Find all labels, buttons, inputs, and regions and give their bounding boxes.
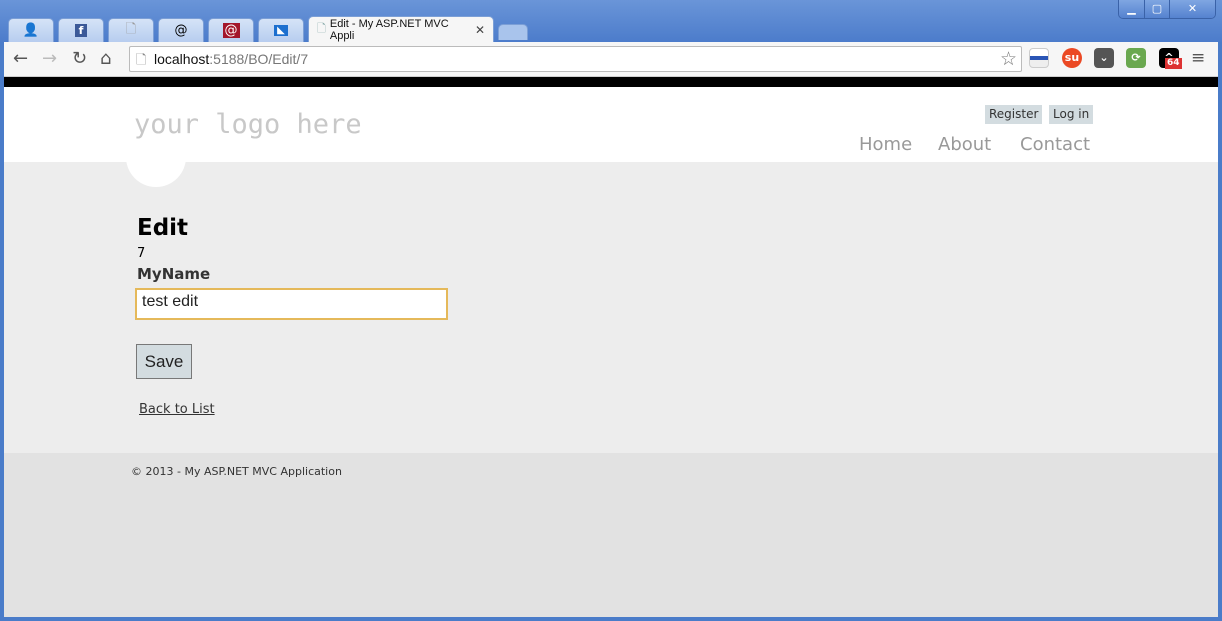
- tab-feed[interactable]: ◣: [258, 18, 304, 42]
- nav-home[interactable]: Home: [859, 134, 912, 155]
- feed-icon: ◣: [274, 25, 288, 36]
- page-icon: 🗋: [136, 52, 147, 67]
- record-id: 7: [137, 246, 146, 261]
- extension-bar-icon[interactable]: [1029, 48, 1049, 68]
- back-icon[interactable]: ←: [13, 48, 28, 69]
- tab-title: Edit - My ASP.NET MVC Appli: [329, 17, 449, 42]
- bookmark-star-icon[interactable]: ☆: [1000, 48, 1017, 71]
- window-controls: ▁ ▢ ✕: [1118, 0, 1216, 19]
- nav-about[interactable]: About: [938, 134, 991, 155]
- extension-badge-icon[interactable]: ^64: [1159, 48, 1182, 69]
- browser-titlebar: 👤 f 🗋 @ @ ◣ 🗋 Edit - My ASP.NET MVC Appl…: [0, 0, 1222, 42]
- tab-at-red[interactable]: @: [208, 18, 254, 42]
- nav-contact[interactable]: Contact: [1020, 134, 1090, 155]
- home-icon[interactable]: ⌂: [100, 48, 111, 69]
- tab-facebook[interactable]: f: [58, 18, 104, 42]
- black-bar: [4, 77, 1218, 87]
- logo-bubble: [126, 147, 186, 187]
- close-window-button[interactable]: ✕: [1169, 0, 1215, 18]
- page-icon: 🗋: [317, 23, 326, 35]
- person-icon: 👤: [22, 23, 40, 38]
- extension-badge: 64: [1165, 58, 1182, 69]
- pocket-icon[interactable]: ⌄: [1094, 48, 1114, 68]
- close-tab-icon[interactable]: ✕: [475, 23, 485, 37]
- site-logo[interactable]: your logo here: [134, 109, 362, 140]
- stumbleupon-icon[interactable]: su: [1062, 48, 1082, 68]
- forward-icon[interactable]: →: [42, 48, 57, 69]
- at-icon: @: [174, 23, 188, 38]
- refresh-extension-icon[interactable]: ⟳: [1126, 48, 1146, 68]
- minimize-button[interactable]: ▁: [1119, 0, 1144, 18]
- tab-page[interactable]: 🗋: [108, 18, 154, 42]
- tab-active[interactable]: 🗋 Edit - My ASP.NET MVC Appli ✕: [308, 16, 494, 42]
- facebook-icon: f: [74, 24, 88, 37]
- register-link[interactable]: Register: [985, 105, 1043, 124]
- tab-at[interactable]: @: [158, 18, 204, 42]
- site-footer: © 2013 - My ASP.NET MVC Application: [4, 453, 1218, 617]
- url-host: localhost: [154, 51, 210, 67]
- address-bar[interactable]: 🗋 localhost:5188/BO/Edit/7 ☆: [129, 46, 1022, 72]
- login-link[interactable]: Log in: [1049, 105, 1094, 124]
- page-title: Edit: [137, 215, 189, 241]
- myname-label: MyName: [137, 265, 211, 283]
- tab-person[interactable]: 👤: [8, 18, 54, 42]
- tab-strip: 👤 f 🗋 @ @ ◣ 🗋 Edit - My ASP.NET MVC Appl…: [8, 16, 532, 42]
- site-header: your logo here Register Log in Home Abou…: [4, 87, 1218, 162]
- web-page: your logo here Register Log in Home Abou…: [4, 87, 1218, 617]
- back-to-list-link[interactable]: Back to List: [139, 402, 215, 417]
- url-path: :5188/BO/Edit/7: [209, 51, 309, 67]
- at-red-icon: @: [222, 23, 240, 38]
- maximize-button[interactable]: ▢: [1144, 0, 1169, 18]
- page-icon: 🗋: [125, 21, 137, 37]
- copyright: © 2013 - My ASP.NET MVC Application: [131, 465, 342, 478]
- browser-toolbar: ← → ↻ ⌂ 🗋 localhost:5188/BO/Edit/7 ☆ su …: [4, 42, 1218, 77]
- save-button[interactable]: Save: [136, 344, 192, 379]
- new-tab-button[interactable]: [498, 24, 528, 40]
- myname-input[interactable]: test edit: [135, 288, 448, 320]
- reload-icon[interactable]: ↻: [72, 48, 87, 69]
- menu-icon[interactable]: ≡: [1191, 48, 1205, 68]
